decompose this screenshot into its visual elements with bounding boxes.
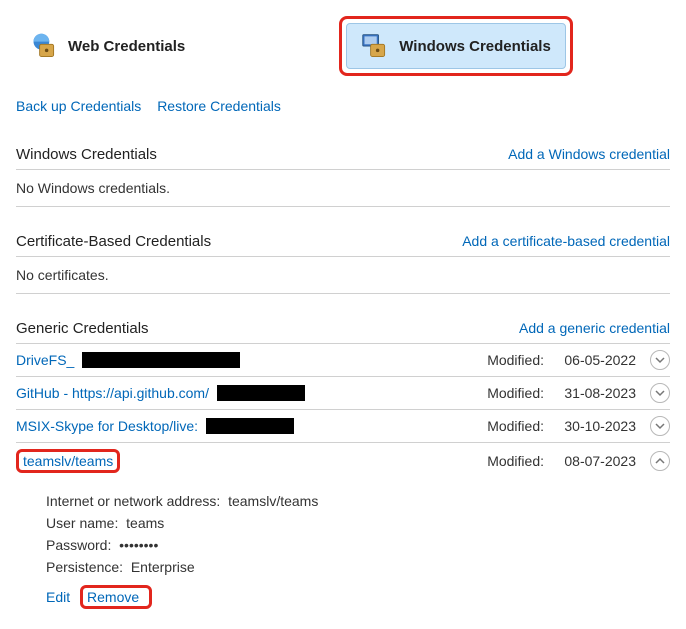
detail-persistence-value: Enterprise	[131, 559, 195, 575]
modified-date: 06-05-2022	[558, 352, 636, 368]
cert-empty-message: No certificates.	[16, 257, 670, 294]
highlight-teams-name: teamslv/teams	[16, 449, 120, 473]
redacted-text	[206, 418, 294, 434]
credential-name[interactable]: MSIX-Skype for Desktop/live:	[16, 418, 198, 434]
redacted-text	[217, 385, 305, 401]
detail-username-label: User name:	[46, 515, 118, 531]
windows-empty-message: No Windows credentials.	[16, 170, 670, 207]
detail-password-value: ••••••••	[119, 537, 158, 553]
tab-web-label: Web Credentials	[68, 38, 185, 55]
chevron-up-icon[interactable]	[650, 451, 670, 471]
restore-credentials-link[interactable]: Restore Credentials	[157, 98, 281, 114]
detail-password-label: Password:	[46, 537, 111, 553]
modified-date: 30-10-2023	[558, 418, 636, 434]
credential-name[interactable]: teamslv/teams	[23, 453, 113, 469]
section-title-cert: Certificate-Based Credentials	[16, 233, 211, 250]
detail-username-value: teams	[126, 515, 164, 531]
monitor-safe-icon	[361, 32, 389, 60]
globe-safe-icon	[30, 32, 58, 60]
add-cert-credential-link[interactable]: Add a certificate-based credential	[462, 233, 670, 249]
modified-label: Modified:	[487, 385, 544, 401]
highlight-windows-tab: Windows Credentials	[339, 16, 573, 76]
chevron-down-icon[interactable]	[650, 416, 670, 436]
edit-link[interactable]: Edit	[46, 589, 70, 605]
highlight-remove: Remove	[80, 585, 152, 609]
tab-windows-credentials[interactable]: Windows Credentials	[346, 23, 566, 69]
modified-date: 08-07-2023	[558, 453, 636, 469]
chevron-down-icon[interactable]	[650, 383, 670, 403]
credential-name[interactable]: DriveFS_	[16, 352, 74, 368]
chevron-down-icon[interactable]	[650, 350, 670, 370]
redacted-text	[82, 352, 240, 368]
detail-persistence-label: Persistence:	[46, 559, 123, 575]
credential-row[interactable]: teamslv/teams Modified: 08-07-2023	[16, 443, 670, 479]
modified-date: 31-08-2023	[558, 385, 636, 401]
tab-web-credentials[interactable]: Web Credentials	[16, 16, 199, 76]
credential-row[interactable]: GitHub - https://api.github.com/ Modifie…	[16, 377, 670, 410]
modified-label: Modified:	[487, 352, 544, 368]
backup-credentials-link[interactable]: Back up Credentials	[16, 98, 141, 114]
credential-row[interactable]: MSIX-Skype for Desktop/live: Modified: 3…	[16, 410, 670, 443]
credential-name[interactable]: GitHub - https://api.github.com/	[16, 385, 209, 401]
credential-details: Internet or network address: teamslv/tea…	[16, 479, 670, 609]
add-windows-credential-link[interactable]: Add a Windows credential	[508, 146, 670, 162]
detail-address-label: Internet or network address:	[46, 493, 220, 509]
section-title-windows: Windows Credentials	[16, 146, 157, 163]
add-generic-credential-link[interactable]: Add a generic credential	[519, 320, 670, 336]
credential-row[interactable]: DriveFS_ Modified: 06-05-2022	[16, 344, 670, 377]
modified-label: Modified:	[487, 453, 544, 469]
remove-link[interactable]: Remove	[87, 589, 139, 605]
tab-windows-label: Windows Credentials	[399, 38, 551, 55]
detail-address-value: teamslv/teams	[228, 493, 318, 509]
section-title-generic: Generic Credentials	[16, 320, 149, 337]
modified-label: Modified:	[487, 418, 544, 434]
